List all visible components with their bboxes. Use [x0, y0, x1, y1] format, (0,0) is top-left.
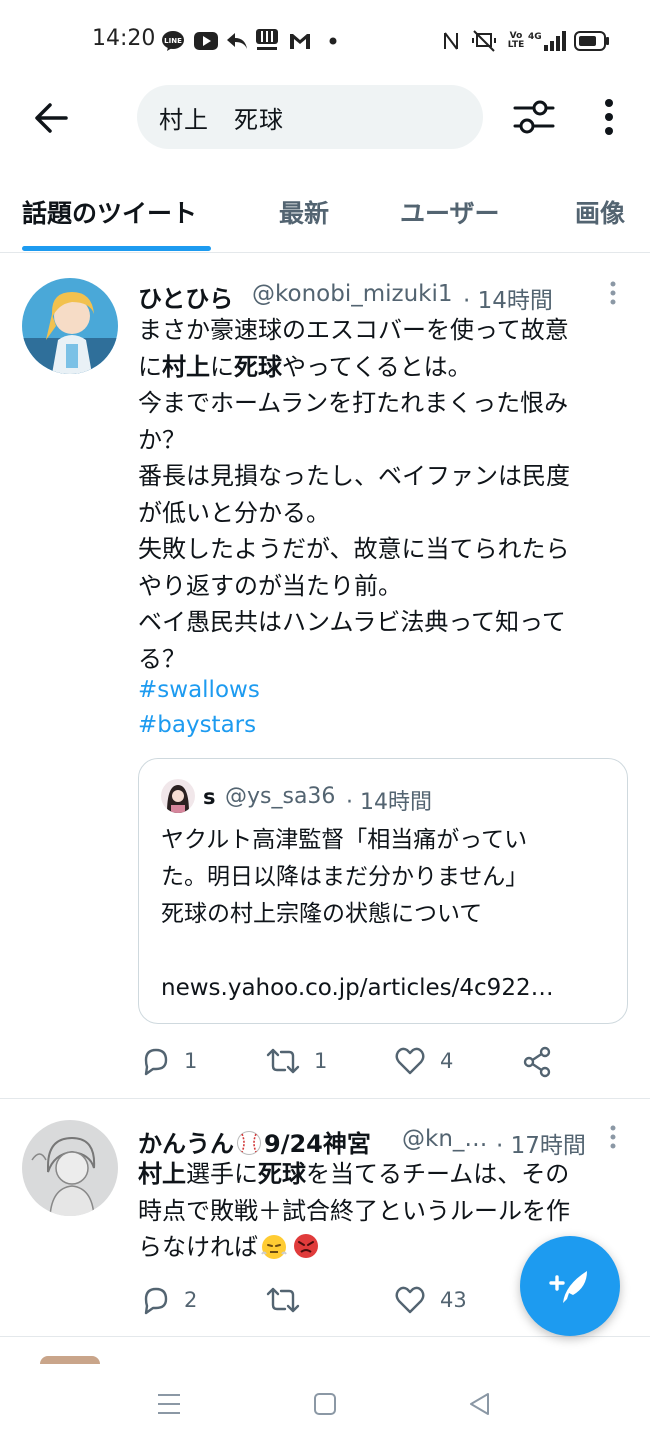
tweet-line: 失敗したようだが、故意に当てられたら: [138, 535, 570, 563]
heart-icon: [395, 1286, 425, 1314]
recent-apps-icon[interactable]: [156, 1392, 182, 1420]
4g-signal-label: 4G: [528, 32, 542, 42]
hokuma-icon: [254, 29, 280, 52]
tweet-line: が低いと分かる。: [138, 498, 330, 527]
tweet-line: 村上選手に死球を当てるチームは、その: [138, 1160, 570, 1188]
hashtag-link[interactable]: #swallows: [138, 677, 260, 703]
tweet-handle[interactable]: @konobi_mizuki1: [252, 281, 453, 307]
like-count: 4: [440, 1049, 454, 1073]
volte-icon: Vo LTE: [507, 31, 525, 50]
system-back-icon[interactable]: [468, 1392, 492, 1420]
search-input[interactable]: 村上 死球: [137, 85, 483, 149]
4g-signal-icon: 4G: [528, 30, 566, 52]
like-button[interactable]: 4: [394, 1046, 453, 1076]
tweet-more-icon[interactable]: [609, 280, 617, 306]
tweet-line: か？: [138, 425, 186, 454]
tweet-handle[interactable]: @kn_…: [402, 1126, 487, 1152]
avatar[interactable]: [22, 278, 118, 374]
tweet-divider: [0, 1098, 650, 1099]
baseball-icon: [237, 1131, 261, 1155]
share-button[interactable]: [522, 1046, 566, 1078]
quoted-time: · 14時間: [346, 790, 432, 815]
tweet-line: に村上に死球やってくるとは。: [138, 352, 472, 381]
active-tab-indicator: [22, 246, 211, 251]
tab-users[interactable]: ユーザー: [400, 188, 500, 236]
reply-icon: [144, 1048, 168, 1076]
retweet-button[interactable]: 1: [266, 1046, 327, 1076]
tab-top-tweets[interactable]: 話題のツイート: [22, 188, 197, 236]
heart-icon: [395, 1047, 425, 1075]
back-arrow-icon[interactable]: [32, 98, 72, 138]
reply-arrow-icon: [225, 30, 249, 52]
tweet-divider: [0, 1336, 650, 1337]
reply-count: 2: [184, 1288, 198, 1312]
battery-icon: [574, 30, 610, 52]
tab-latest[interactable]: 最新: [279, 188, 329, 236]
quoted-line: 死球の村上宗隆の状態について: [161, 901, 483, 927]
tweet-line: ベイ愚民共はハンムラビ法典って知って: [138, 608, 566, 636]
quoted-handle: @ys_sa36: [225, 784, 336, 809]
tweet-line: 番長は見損なったし、ベイファンは民度: [138, 462, 570, 490]
system-nav-bar: [0, 1364, 650, 1444]
dot-icon: [326, 30, 340, 52]
status-bar: 14:20 LINE Vo LTE 4G: [0, 0, 650, 84]
line-icon-label: LINE: [164, 37, 182, 45]
tweet-text: まさか豪速球のエスコバーを使って故意 に村上に死球やってくるとは。 今までホーム…: [138, 312, 638, 677]
youtube-icon: [193, 30, 219, 52]
vibrate-mute-icon: [470, 30, 498, 52]
reply-button[interactable]: 2: [140, 1285, 197, 1315]
search-query: 村上 死球: [159, 105, 284, 134]
search-filter-icon[interactable]: [512, 96, 556, 138]
more-options-icon[interactable]: [596, 96, 622, 140]
reply-icon: [144, 1287, 168, 1315]
quoted-line: た。明日以降はまだ分かりません」: [161, 864, 529, 890]
status-time: 14:20: [92, 26, 156, 51]
quoted-link[interactable]: news.yahoo.co.jp/articles/4c922…: [161, 970, 611, 1007]
quoted-tweet-card[interactable]: s @ys_sa36 · 14時間 ヤクルト高津監督「相当痛がってい た。明日以…: [138, 758, 628, 1024]
like-button[interactable]: 43: [394, 1285, 467, 1315]
angry-face-emoji-icon: [294, 1234, 318, 1258]
compose-feather-icon: [549, 1271, 587, 1303]
tweet-display-name[interactable]: ひとひら: [138, 279, 233, 314]
tweet-line: る？: [138, 644, 186, 673]
home-icon[interactable]: [313, 1392, 337, 1420]
next-tweet-avatar-peek: [40, 1356, 100, 1364]
reply-button[interactable]: 1: [140, 1046, 197, 1076]
avatar[interactable]: [22, 1120, 118, 1216]
compose-tweet-button[interactable]: [520, 1236, 620, 1336]
tweet-line: やり返すのが当たり前。: [138, 571, 402, 600]
retweet-button[interactable]: [266, 1285, 314, 1315]
tweet-time[interactable]: · 14時間: [463, 281, 553, 315]
quoted-line: [161, 933, 611, 970]
reply-count: 1: [184, 1049, 198, 1073]
tweet-line: 今までホームランを打たれまくった恨み: [138, 389, 569, 417]
tab-images[interactable]: 画像: [575, 188, 625, 236]
gmail-icon: [288, 30, 312, 52]
share-icon: [523, 1046, 551, 1078]
tweet-line: まさか豪速球のエスコバーを使って故意: [138, 316, 569, 344]
tweet-more-icon[interactable]: [609, 1124, 617, 1150]
quoted-line: ヤクルト高津監督「相当痛がってい: [161, 827, 528, 853]
quoted-text: ヤクルト高津監督「相当痛がってい た。明日以降はまだ分かりません」 死球の村上宗…: [161, 822, 611, 1007]
retweet-count: 1: [314, 1049, 328, 1073]
line-icon: LINE: [160, 30, 186, 52]
tweet-display-name[interactable]: かんうん 9/24神宮: [138, 1124, 371, 1159]
steaming-face-emoji-icon: [261, 1235, 287, 1259]
retweet-icon: [266, 1048, 300, 1074]
quoted-avatar: [161, 779, 195, 813]
quoted-display-name: s: [203, 785, 216, 809]
nfc-icon: [442, 30, 460, 52]
retweet-icon: [266, 1287, 300, 1313]
tweet-time[interactable]: · 17時間: [496, 1126, 586, 1160]
tab-divider: [0, 252, 650, 253]
tweet-line: 時点で敗戦＋試合終了というルールを作: [138, 1196, 570, 1225]
like-count: 43: [440, 1288, 467, 1312]
hashtag-link[interactable]: #baystars: [138, 712, 256, 738]
